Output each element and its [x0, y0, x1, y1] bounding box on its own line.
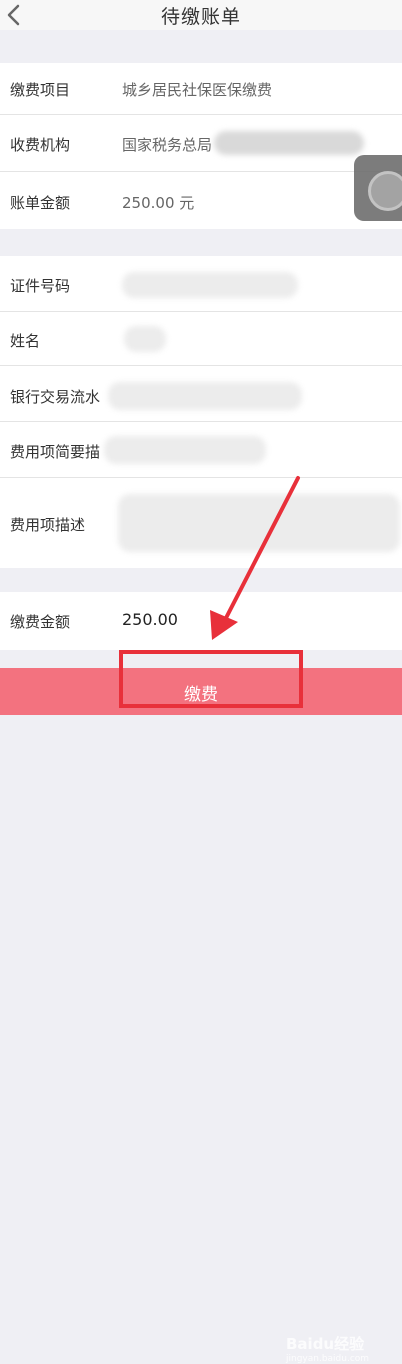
row-id-number: 证件号码 [0, 256, 402, 312]
redacted-agency [214, 131, 364, 155]
redacted-description [118, 494, 400, 552]
payment-amount-label: 缴费金额 [10, 613, 71, 631]
bill-summary: 缴费项目 城乡居民社保医保缴费 收费机构 国家税务总局 账单金额 250.00 … [0, 63, 402, 229]
baidu-watermark: Baidu经验 [286, 1335, 365, 1353]
assistive-touch-icon [368, 171, 402, 211]
name-label: 姓名 [10, 332, 41, 350]
description-label: 费用项描述 [10, 516, 86, 534]
bill-amount-label: 账单金额 [10, 194, 71, 212]
page-title: 待缴账单 [160, 6, 241, 28]
row-brief-description: 费用项简要描 [0, 422, 402, 478]
payment-amount-value: 250.00 [122, 610, 178, 629]
pay-button-label: 缴费 [184, 685, 218, 705]
row-description: 费用项描述 [0, 478, 402, 568]
row-transaction-serial: 银行交易流水 [0, 366, 402, 422]
collecting-agency-label: 收费机构 [10, 136, 71, 154]
baidu-watermark-url: jingyan.baidu.com [286, 1354, 370, 1364]
payment-item-label: 缴费项目 [10, 81, 71, 99]
row-name: 姓名 [0, 312, 402, 366]
redacted-name [124, 326, 166, 352]
assistive-touch-button[interactable] [354, 155, 402, 221]
row-payment-item: 缴费项目 城乡居民社保医保缴费 [0, 63, 402, 115]
payment-item-value: 城乡居民社保医保缴费 [122, 81, 273, 99]
brief-description-label: 费用项简要描 [10, 443, 101, 461]
bill-details: 证件号码 姓名 银行交易流水 费用项简要描 费用项描述 [0, 256, 402, 568]
collecting-agency-value: 国家税务总局 [122, 136, 213, 154]
payment-amount-section: 缴费金额 250.00 [0, 592, 402, 650]
nav-bar: 待缴账单 [0, 0, 402, 30]
redacted-brief-description [104, 436, 266, 464]
bill-amount-value: 250.00 元 [122, 194, 195, 212]
pay-button[interactable]: 缴费 Baidu经验 jingyan.baidu.com [0, 668, 402, 1364]
row-collecting-agency: 收费机构 国家税务总局 [0, 115, 402, 172]
id-number-label: 证件号码 [10, 277, 71, 295]
transaction-serial-label: 银行交易流水 [10, 388, 101, 406]
redacted-transaction-serial [108, 382, 302, 410]
redacted-id-number [122, 272, 298, 298]
row-bill-amount: 账单金额 250.00 元 [0, 172, 402, 229]
